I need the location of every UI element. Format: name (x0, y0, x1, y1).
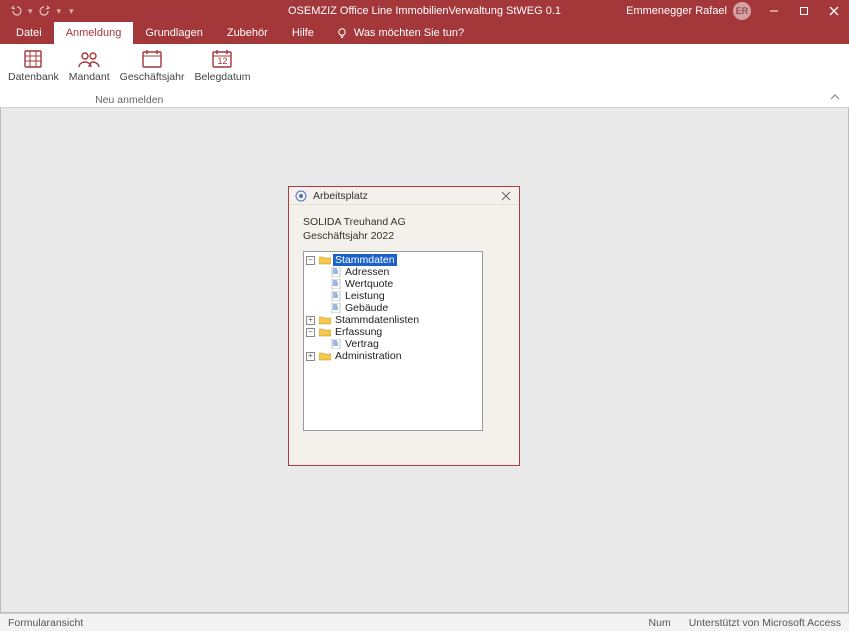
title-bar: ▾ ▾ ▾ OSEMZIZ Office Line ImmobilienVerw… (0, 0, 849, 22)
document-icon (331, 291, 341, 301)
workspace: Arbeitsplatz SOLIDA Treuhand AG Geschäft… (0, 108, 849, 613)
folder-open-icon (319, 327, 331, 337)
tab-zubehoer[interactable]: Zubehör (215, 22, 280, 44)
tell-me-label: Was möchten Sie tun? (354, 27, 464, 39)
ribbon: Datenbank Mandant Geschäftsjahr 12 Be (0, 44, 849, 108)
fiscal-year: Geschäftsjahr 2022 (303, 229, 505, 243)
close-button[interactable] (819, 0, 849, 22)
ribbon-group-label: Neu anmelden (95, 94, 163, 107)
tab-hilfe[interactable]: Hilfe (280, 22, 326, 44)
tree-node-erfassung[interactable]: − Erfassung (304, 326, 482, 338)
ribbon-btn-geschaeftsjahr[interactable]: Geschäftsjahr (116, 46, 189, 85)
collapse-ribbon-button[interactable] (827, 89, 843, 105)
tab-strip: Datei Anmeldung Grundlagen Zubehör Hilfe… (0, 22, 849, 44)
calendar-date-icon: 12 (208, 48, 236, 70)
tree-node-wertquote[interactable]: Wertquote (304, 278, 482, 290)
people-icon (75, 48, 103, 70)
folder-open-icon (319, 255, 331, 265)
redo-button[interactable] (37, 3, 53, 19)
status-numlock: Num (649, 617, 671, 629)
calendar-icon (138, 48, 166, 70)
ribbon-group-neu-anmelden: Datenbank Mandant Geschäftsjahr 12 Be (0, 44, 259, 107)
tree-node-adressen[interactable]: Adressen (304, 266, 482, 278)
app-title: OSEMZIZ Office Line ImmobilienVerwaltung… (288, 5, 561, 17)
database-icon (19, 48, 47, 70)
document-icon (331, 279, 341, 289)
tree-node-stammdaten[interactable]: − Stammdaten (304, 254, 482, 266)
document-icon (331, 339, 341, 349)
status-bar: Formularansicht Num Unterstützt von Micr… (0, 613, 849, 631)
expand-toggle[interactable]: + (306, 316, 315, 325)
ribbon-btn-datenbank[interactable]: Datenbank (4, 46, 63, 85)
tree-node-leistung[interactable]: Leistung (304, 290, 482, 302)
status-view-mode: Formularansicht (8, 617, 83, 629)
document-icon (331, 267, 341, 277)
expand-toggle[interactable]: − (306, 328, 315, 337)
tab-anmeldung[interactable]: Anmeldung (54, 22, 134, 44)
dialog-close-button[interactable] (499, 189, 513, 203)
tree-node-stammdatenlisten[interactable]: + Stammdatenlisten (304, 314, 482, 326)
minimize-button[interactable] (759, 0, 789, 22)
tree-view[interactable]: − Stammdaten Adressen Wertquote (303, 251, 483, 431)
status-powered-by: Unterstützt von Microsoft Access (689, 617, 841, 629)
arbeitsplatz-dialog: Arbeitsplatz SOLIDA Treuhand AG Geschäft… (288, 186, 520, 466)
folder-icon (319, 351, 331, 361)
expand-toggle[interactable]: + (306, 352, 315, 361)
ribbon-btn-mandant[interactable]: Mandant (65, 46, 114, 85)
tree-node-gebaeude[interactable]: Gebäude (304, 302, 482, 314)
company-name: SOLIDA Treuhand AG (303, 215, 505, 229)
undo-button[interactable] (8, 3, 24, 19)
lightbulb-icon (336, 27, 348, 39)
tell-me-search[interactable]: Was möchten Sie tun? (326, 22, 474, 44)
tree-node-vertrag[interactable]: Vertrag (304, 338, 482, 350)
dialog-title: Arbeitsplatz (313, 190, 368, 202)
tree-node-administration[interactable]: + Administration (304, 350, 482, 362)
folder-icon (319, 315, 331, 325)
maximize-button[interactable] (789, 0, 819, 22)
tab-grundlagen[interactable]: Grundlagen (133, 22, 215, 44)
avatar[interactable]: ER (733, 2, 751, 20)
dialog-icon (295, 190, 307, 202)
tab-datei[interactable]: Datei (4, 22, 54, 44)
dialog-titlebar: Arbeitsplatz (289, 187, 519, 205)
close-icon (501, 191, 511, 201)
document-icon (331, 303, 341, 313)
ribbon-btn-belegdatum[interactable]: 12 Belegdatum (190, 46, 254, 85)
expand-toggle[interactable]: − (306, 256, 315, 265)
user-name: Emmenegger Rafael (626, 5, 727, 17)
